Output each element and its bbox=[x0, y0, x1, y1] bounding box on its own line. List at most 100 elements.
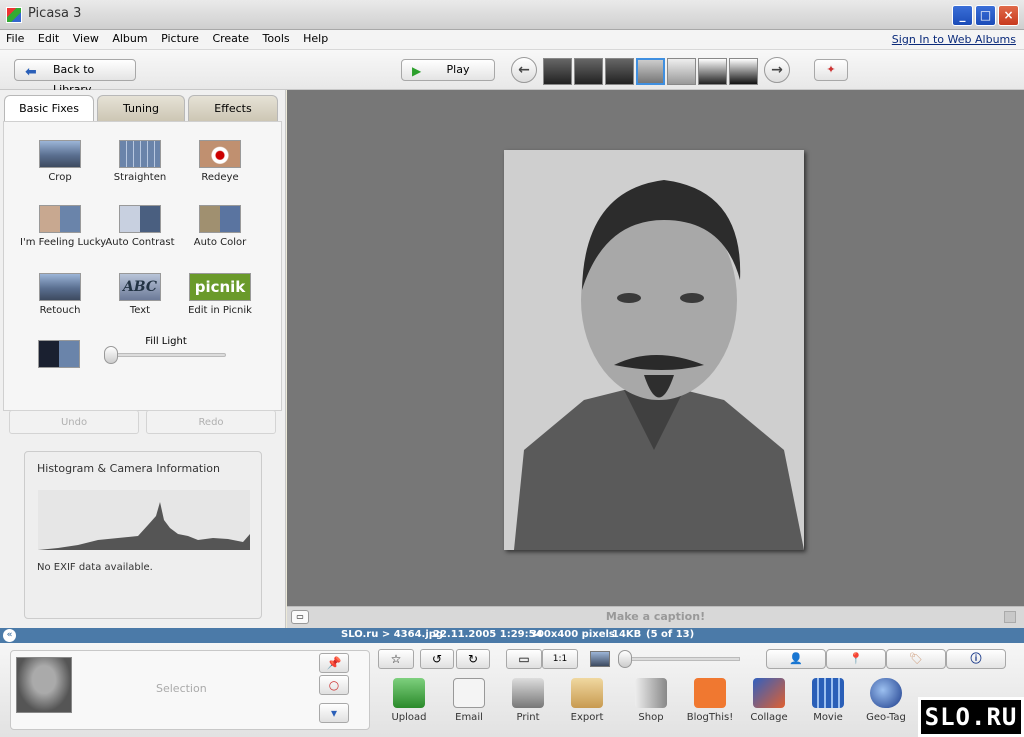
collapse-tray-icon[interactable]: « bbox=[3, 629, 16, 642]
next-photo-button[interactable]: → bbox=[764, 57, 790, 83]
rotate-left-button[interactable]: ↺ bbox=[420, 649, 454, 669]
tab-effects[interactable]: Effects bbox=[188, 95, 278, 121]
filmstrip-thumbnail-2[interactable] bbox=[574, 58, 603, 85]
shop-label: Shop bbox=[638, 712, 664, 723]
picnik-icon: picnik bbox=[189, 273, 251, 301]
zoom-slider-thumb[interactable] bbox=[618, 650, 632, 668]
clear-selection-button[interactable]: ○ bbox=[319, 675, 349, 695]
redeye-tool[interactable]: Redeye bbox=[180, 140, 260, 183]
google-earth-icon bbox=[870, 678, 902, 708]
menu-bar: File Edit View Album Picture Create Tool… bbox=[0, 30, 1024, 50]
tab-tuning[interactable]: Tuning bbox=[97, 95, 185, 121]
undo-button[interactable]: Undo bbox=[9, 410, 139, 434]
filmstrip-thumbnail-4-selected[interactable] bbox=[636, 58, 665, 85]
status-date: 22.11.2005 1:29:54 bbox=[433, 629, 543, 640]
redo-button[interactable]: Redo bbox=[146, 410, 276, 434]
caption-input[interactable]: Make a caption! bbox=[287, 610, 1024, 623]
crop-tool[interactable]: Crop bbox=[20, 140, 100, 183]
previous-photo-button[interactable]: ← bbox=[511, 57, 537, 83]
edit-in-picnik-tool[interactable]: picnik Edit in Picnik bbox=[180, 273, 260, 316]
geo-tag-button[interactable]: Geo-Tag bbox=[857, 678, 915, 723]
people-button[interactable]: 👤 bbox=[766, 649, 826, 669]
auto-color-label: Auto Color bbox=[193, 237, 247, 248]
maximize-button[interactable]: □ bbox=[975, 5, 996, 26]
tags-button[interactable]: 🏷 bbox=[886, 649, 946, 669]
lucky-icon bbox=[39, 205, 81, 233]
email-button[interactable]: Email bbox=[440, 678, 498, 723]
status-path: SLO.ru > 4364.jpg bbox=[341, 629, 444, 640]
retouch-tool[interactable]: Retouch bbox=[20, 273, 100, 316]
filmstrip-thumbnail-3[interactable] bbox=[605, 58, 634, 85]
auto-color-icon bbox=[199, 205, 241, 233]
star-button[interactable]: ☆ bbox=[378, 649, 414, 669]
star-icon: ☆ bbox=[390, 652, 402, 666]
zoom-slider-track[interactable] bbox=[622, 657, 740, 661]
menu-create[interactable]: Create bbox=[208, 30, 253, 47]
info-icon: ⓘ bbox=[970, 652, 982, 665]
trash-icon[interactable] bbox=[1004, 611, 1016, 623]
picasa-app-icon bbox=[6, 7, 22, 23]
hello-share-button[interactable]: ✦ bbox=[814, 59, 848, 81]
upload-label: Upload bbox=[391, 712, 427, 723]
menu-help[interactable]: Help bbox=[299, 30, 332, 47]
filmstrip-thumbnail-6[interactable] bbox=[698, 58, 727, 85]
histogram-graph bbox=[38, 490, 250, 550]
movie-icon bbox=[812, 678, 844, 708]
fill-light-slider-track[interactable] bbox=[106, 353, 226, 357]
sign-in-link[interactable]: Sign In to Web Albums bbox=[892, 33, 1016, 46]
feeling-lucky-tool[interactable]: I'm Feeling Lucky bbox=[20, 205, 106, 248]
menu-picture[interactable]: Picture bbox=[157, 30, 203, 47]
retouch-icon bbox=[39, 273, 81, 301]
straighten-tool[interactable]: Straighten bbox=[100, 140, 180, 183]
print-button[interactable]: Print bbox=[499, 678, 557, 723]
movie-button[interactable]: Movie bbox=[799, 678, 857, 723]
hold-selection-button[interactable]: 📌 bbox=[319, 653, 349, 673]
title-bar[interactable] bbox=[0, 0, 1024, 30]
places-button[interactable]: 📍 bbox=[826, 649, 886, 669]
status-dimensions: 300x400 pixels bbox=[530, 629, 615, 640]
properties-button[interactable]: ⓘ bbox=[946, 649, 1006, 669]
close-button[interactable]: × bbox=[998, 5, 1019, 26]
folder-icon bbox=[571, 678, 603, 708]
person-icon: 👤 bbox=[789, 652, 803, 665]
shop-button[interactable]: Shop bbox=[622, 678, 680, 723]
tab-basic-fixes[interactable]: Basic Fixes bbox=[4, 95, 94, 123]
menu-tools[interactable]: Tools bbox=[259, 30, 294, 47]
back-to-library-button[interactable]: ⬅ Back to Library bbox=[14, 59, 136, 96]
add-to-album-button[interactable]: ▾ bbox=[319, 703, 349, 723]
filmstrip-thumbnail-7[interactable] bbox=[729, 58, 758, 85]
menu-file[interactable]: File bbox=[2, 30, 28, 47]
auto-color-tool[interactable]: Auto Color bbox=[180, 205, 260, 248]
filmstrip-thumbnail-5[interactable] bbox=[667, 58, 696, 85]
status-size: 14KB bbox=[612, 629, 642, 640]
fit-icon: ▭ bbox=[518, 652, 530, 666]
menu-edit[interactable]: Edit bbox=[34, 30, 63, 47]
minimize-button[interactable]: _ bbox=[952, 5, 973, 26]
actual-size-button[interactable]: 1:1 bbox=[542, 649, 578, 669]
blogthis-button[interactable]: BlogThis! bbox=[681, 678, 739, 723]
rotate-right-button[interactable]: ↻ bbox=[456, 649, 490, 669]
blogger-icon bbox=[694, 678, 726, 708]
play-button[interactable]: ▶ Play bbox=[401, 59, 495, 81]
fit-to-window-button[interactable]: ▭ bbox=[506, 649, 542, 669]
auto-contrast-tool[interactable]: Auto Contrast bbox=[100, 205, 180, 248]
selection-thumbnail[interactable] bbox=[16, 657, 72, 713]
play-icon: ▶ bbox=[412, 64, 422, 78]
histogram-title: Histogram & Camera Information bbox=[37, 462, 220, 475]
play-label: Play bbox=[446, 63, 470, 76]
pin-icon: 📌 bbox=[326, 656, 342, 670]
collage-icon bbox=[753, 678, 785, 708]
selection-label: Selection bbox=[156, 682, 207, 695]
photo-portrait[interactable] bbox=[504, 150, 804, 550]
export-button[interactable]: Export bbox=[558, 678, 616, 723]
upload-button[interactable]: Upload bbox=[380, 678, 438, 723]
back-arrow-icon: ⬅ bbox=[25, 64, 37, 80]
fill-light-slider-thumb[interactable] bbox=[104, 346, 118, 364]
collage-button[interactable]: Collage bbox=[740, 678, 798, 723]
filmstrip-thumbnail-1[interactable] bbox=[543, 58, 572, 85]
text-tool[interactable]: ABC Text bbox=[100, 273, 180, 316]
menu-view[interactable]: View bbox=[69, 30, 103, 47]
window-title: Picasa 3 bbox=[28, 6, 82, 21]
menu-album[interactable]: Album bbox=[108, 30, 151, 47]
blogthis-label: BlogThis! bbox=[686, 712, 734, 723]
